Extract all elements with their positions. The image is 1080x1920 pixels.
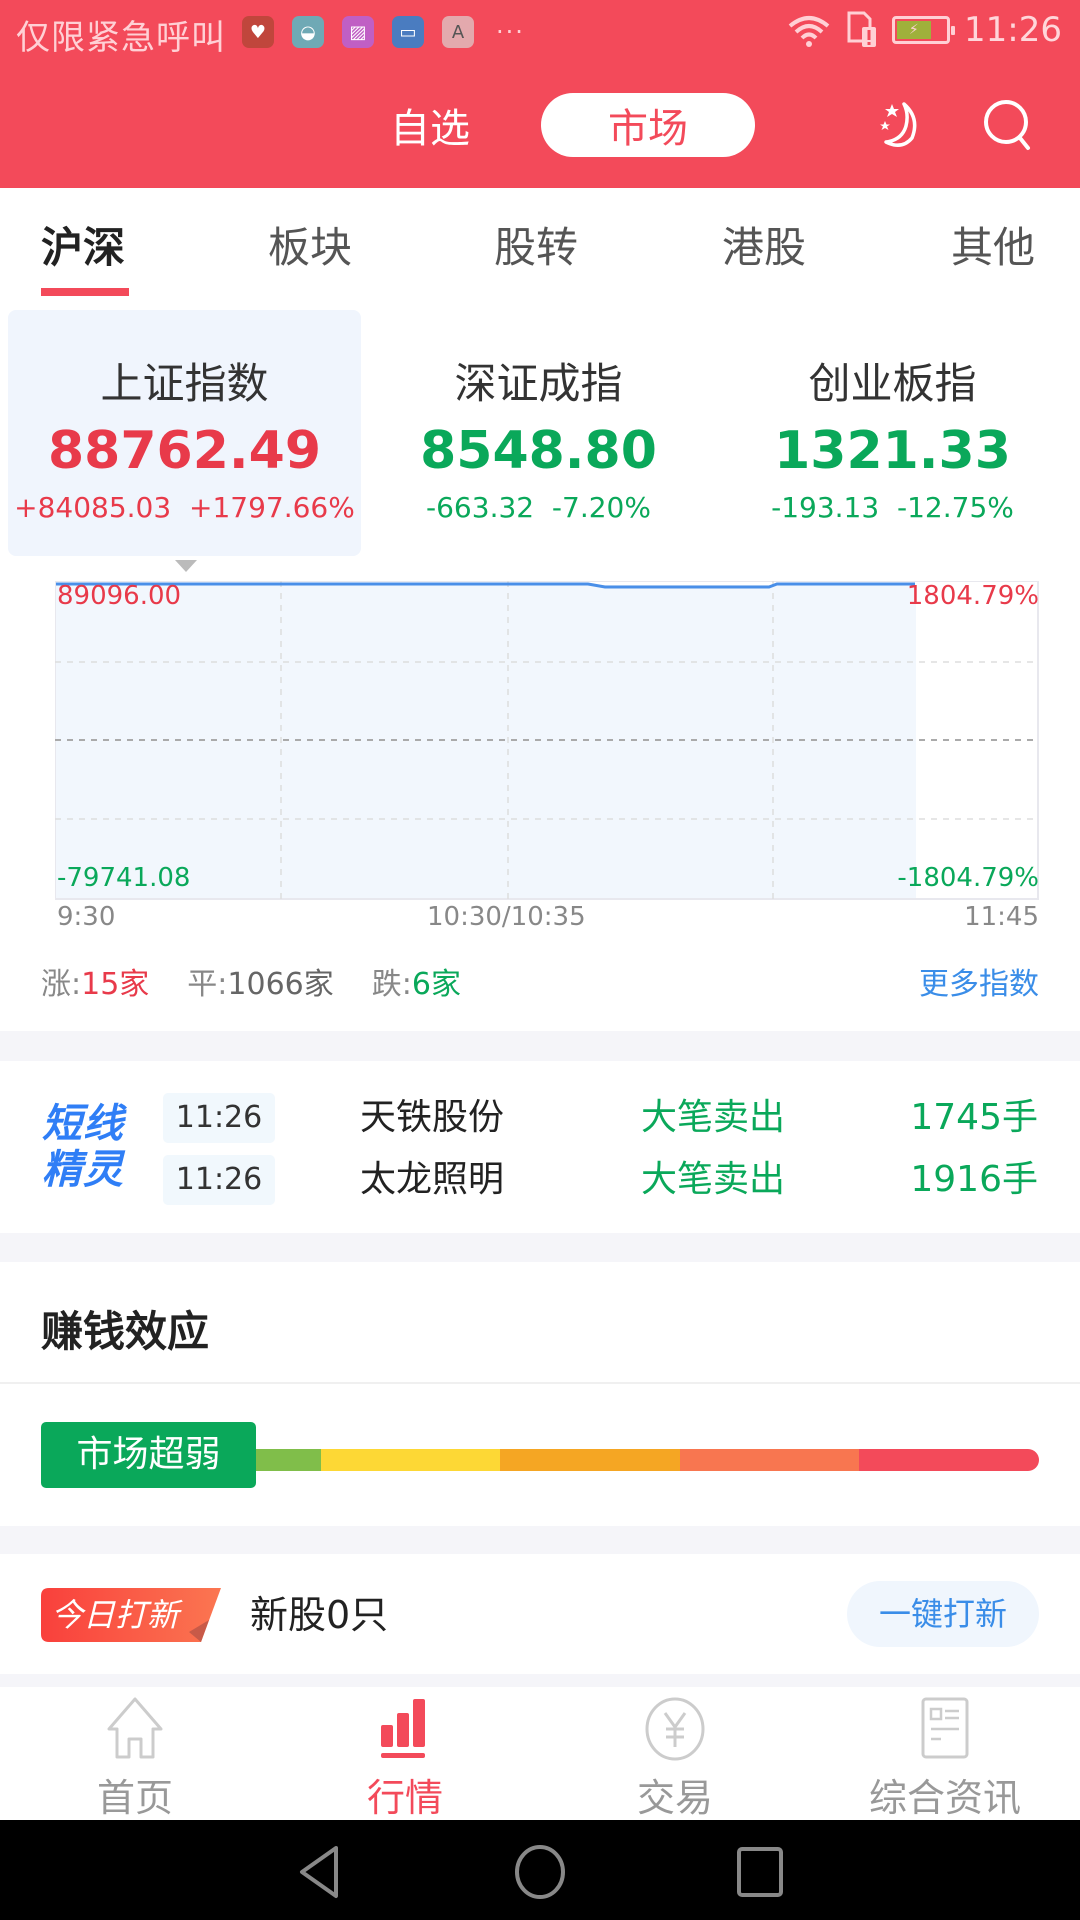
gallery-icon: ▨ xyxy=(342,16,374,48)
trade-action: 大笔卖出 xyxy=(641,1159,786,1200)
index-name: 深证成指 xyxy=(454,359,623,408)
battery-icon: ⚡ xyxy=(892,16,956,44)
selected-indicator-arrow xyxy=(175,560,197,572)
y-min-label: -79741.08 xyxy=(57,863,191,893)
index-value: 88762.49 xyxy=(47,421,322,481)
recent-apps-icon[interactable] xyxy=(730,1842,790,1902)
index-change: -663.32 -7.20% xyxy=(362,491,715,524)
change-amount: -663.32 xyxy=(426,491,535,524)
segment-market[interactable]: 市场 xyxy=(541,93,755,157)
nav-trade[interactable]: 交易 xyxy=(540,1687,810,1820)
sim-card-icon: ▭ xyxy=(392,16,424,48)
index-value: 1321.33 xyxy=(774,421,1011,481)
health-app-icon: ♥ xyxy=(242,16,274,48)
divider xyxy=(0,1382,1080,1384)
intraday-chart[interactable]: 89096.00 -79741.08 1804.79% -1804.79% 9:… xyxy=(55,581,1039,932)
tab-sectors[interactable]: 板块 xyxy=(268,214,352,275)
short-term-sprite-panel[interactable]: 短线 精灵 11:26 天铁股份 大笔卖出 1745手 11:26 太龙照明 大… xyxy=(0,1061,1080,1233)
tab-other[interactable]: 其他 xyxy=(951,214,1035,275)
nav-home[interactable]: 首页 xyxy=(0,1687,270,1820)
sim-alert-icon xyxy=(847,11,877,47)
more-indices-link[interactable]: 更多指数 xyxy=(919,959,1039,1003)
night-mode-icon[interactable] xyxy=(872,96,930,154)
yen-icon xyxy=(645,1697,705,1761)
section-title: 赚钱效应 xyxy=(41,1307,210,1356)
trade-action: 大笔卖出 xyxy=(641,1097,786,1138)
gauge-segment xyxy=(679,1449,860,1471)
change-percent: -12.75% xyxy=(897,491,1014,524)
tab-hong-kong[interactable]: 港股 xyxy=(722,214,806,275)
up-count: 涨:15家 xyxy=(41,967,150,1002)
sprite-row[interactable]: 11:26 天铁股份 大笔卖出 1745手 xyxy=(0,1093,1080,1143)
active-tab-indicator xyxy=(41,288,129,296)
change-amount: +84085.03 xyxy=(14,491,172,524)
market-level-badge: 市场超弱 xyxy=(41,1422,256,1488)
gauge-segment xyxy=(500,1449,680,1471)
trade-volume: 1745手 xyxy=(910,1097,1038,1138)
index-card-chinext[interactable]: 创业板指 1321.33 -193.13 -12.75% xyxy=(716,310,1069,556)
market-strength-gauge: 市场超弱 xyxy=(41,1422,1039,1488)
change-amount: -193.13 xyxy=(771,491,880,524)
advance-decline-stats: 涨:15家 平:1066家 跌:6家 xyxy=(41,959,461,1003)
trade-volume: 1916手 xyxy=(910,1159,1038,1200)
index-name: 创业板指 xyxy=(808,359,977,408)
nav-news[interactable]: 综合资讯 xyxy=(810,1687,1080,1820)
notification-icons: ♥ ◒ ▨ ▭ A ··· xyxy=(242,16,525,48)
news-icon xyxy=(921,1697,969,1759)
clock: 11:26 xyxy=(964,10,1062,50)
money-effect-panel: 赚钱效应 市场超弱 xyxy=(0,1262,1080,1526)
more-notifications-icon: ··· xyxy=(496,18,525,46)
home-button-icon[interactable] xyxy=(510,1842,570,1902)
search-icon[interactable] xyxy=(980,96,1038,154)
home-icon xyxy=(107,1697,163,1759)
nav-market[interactable]: 行情 xyxy=(270,1687,540,1820)
index-card-shenzhen[interactable]: 深证成指 8548.80 -663.32 -7.20% xyxy=(362,310,715,556)
bar-chart-icon xyxy=(381,1699,425,1758)
app-header: 自选 市场 xyxy=(0,66,1080,188)
stock-name: 天铁股份 xyxy=(360,1097,505,1138)
segment-watchlist[interactable]: 自选 xyxy=(380,93,480,157)
index-name: 上证指数 xyxy=(100,359,269,408)
x-label-open: 9:30 xyxy=(57,902,116,932)
index-value: 8548.80 xyxy=(420,421,657,481)
one-click-ipo-button[interactable]: 一键打新 xyxy=(847,1581,1039,1647)
gauge-segment xyxy=(859,1449,1039,1471)
sprite-time: 11:26 xyxy=(163,1093,275,1143)
back-icon[interactable] xyxy=(290,1842,350,1902)
index-change: -193.13 -12.75% xyxy=(716,491,1069,524)
carrier-text: 仅限紧急呼叫 xyxy=(16,18,226,58)
tab-neeq[interactable]: 股转 xyxy=(494,214,578,275)
down-count: 跌:6家 xyxy=(371,967,461,1002)
index-card-shanghai[interactable]: 上证指数 88762.49 +84085.03 +1797.66% xyxy=(8,310,361,556)
gauge-segment xyxy=(320,1449,501,1471)
pct-min-label: -1804.79% xyxy=(897,863,1039,893)
pct-max-label: 1804.79% xyxy=(906,581,1039,611)
index-panel: 上证指数 88762.49 +84085.03 +1797.66% 深证成指 8… xyxy=(0,296,1080,1031)
system-navigation-bar xyxy=(0,1820,1080,1920)
change-percent: +1797.66% xyxy=(189,491,355,524)
android-icon: ◒ xyxy=(292,16,324,48)
index-change: +84085.03 +1797.66% xyxy=(8,491,361,524)
new-stock-count: 新股0只 xyxy=(250,1593,389,1637)
flat-count: 平:1066家 xyxy=(187,967,334,1002)
stock-name: 太龙照明 xyxy=(360,1159,505,1200)
bottom-navigation: 首页 行情 交易 综合资讯 xyxy=(0,1687,1080,1820)
change-percent: -7.20% xyxy=(551,491,651,524)
gauge-bar xyxy=(141,1449,1039,1471)
status-bar: 仅限紧急呼叫 ♥ ◒ ▨ ▭ A ··· ⚡ 11:26 xyxy=(0,0,1080,66)
x-label-close: 11:45 xyxy=(964,902,1039,932)
ipo-panel: 今日打新 新股0只 一键打新 xyxy=(0,1554,1080,1674)
y-max-label: 89096.00 xyxy=(57,581,182,611)
market-tabs: 沪深 板块 股转 港股 其他 xyxy=(0,188,1080,296)
today-ipo-tag: 今日打新 xyxy=(41,1588,221,1642)
x-label-mid: 10:30/10:35 xyxy=(427,902,586,932)
chart-canvas xyxy=(55,581,1039,900)
font-app-icon: A xyxy=(442,16,474,48)
sprite-row[interactable]: 11:26 太龙照明 大笔卖出 1916手 xyxy=(0,1155,1080,1205)
wifi-icon xyxy=(788,16,830,47)
tab-shanghai-shenzhen[interactable]: 沪深 xyxy=(41,214,125,275)
sprite-time: 11:26 xyxy=(163,1155,275,1205)
chart-fill-area xyxy=(56,585,916,898)
